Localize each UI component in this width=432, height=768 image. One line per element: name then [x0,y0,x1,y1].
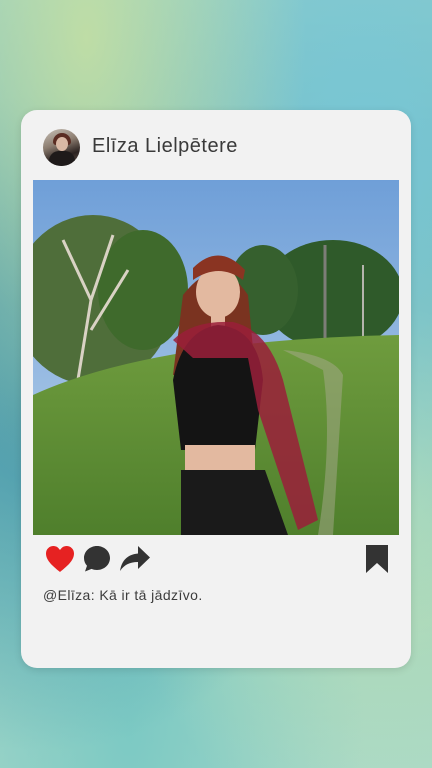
tree-left-2 [98,230,188,350]
share-arrow-icon [120,546,150,571]
post-header: Elīza Lielpētere [21,110,411,180]
author-name[interactable]: Elīza Lielpētere [92,135,238,158]
avatar-face [56,137,68,151]
post-actions [21,542,411,582]
post-photo[interactable] [33,180,399,535]
avatar-body [49,151,75,166]
post-photo-scene [33,180,399,535]
comment-bubble-icon [84,546,110,572]
bookmark-icon [366,545,388,573]
heart-icon [46,546,74,572]
like-button[interactable] [43,542,77,576]
post-caption: @Elīza: Kā ir tā jādzīvo. [43,587,203,603]
share-button[interactable] [118,542,152,576]
comment-button[interactable] [80,542,114,576]
save-button[interactable] [360,542,394,576]
avatar[interactable] [43,129,80,166]
person-midriff [185,445,255,473]
post-card: Elīza Lielpētere @Elīza: Kā ir tā jādzīv… [21,110,411,668]
